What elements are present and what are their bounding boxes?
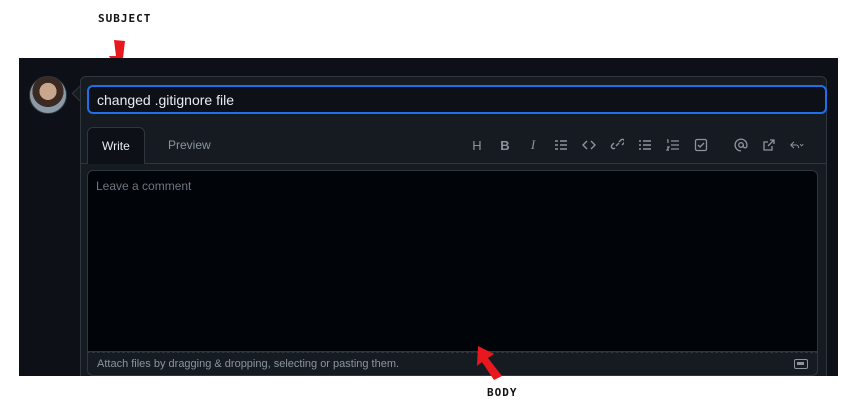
- bulleted-list-icon[interactable]: [631, 133, 659, 157]
- link-icon[interactable]: [603, 133, 631, 157]
- avatar[interactable]: [29, 76, 67, 114]
- subject-annotation: SUBJECT: [98, 12, 152, 25]
- tab-preview[interactable]: Preview: [154, 127, 225, 163]
- saved-replies-icon[interactable]: [783, 133, 811, 157]
- tab-write[interactable]: Write: [87, 127, 145, 164]
- italic-icon[interactable]: I: [519, 133, 547, 157]
- bold-icon[interactable]: B: [491, 133, 519, 157]
- subject-input[interactable]: [87, 85, 827, 114]
- reference-icon[interactable]: [755, 133, 783, 157]
- markdown-icon[interactable]: [794, 359, 808, 369]
- github-issue-editor: Write Preview H B I: [19, 58, 838, 376]
- markdown-toolbar: H B I: [463, 133, 811, 157]
- attach-files-bar[interactable]: Attach files by dragging & dropping, sel…: [87, 352, 818, 376]
- code-icon[interactable]: [575, 133, 603, 157]
- attach-files-text: Attach files by dragging & dropping, sel…: [97, 358, 400, 370]
- body-arrow-icon: [477, 346, 502, 380]
- quote-icon[interactable]: [547, 133, 575, 157]
- heading-icon[interactable]: H: [463, 133, 491, 157]
- body-annotation: BODY: [487, 386, 518, 399]
- mention-icon[interactable]: [727, 133, 755, 157]
- numbered-list-icon[interactable]: [659, 133, 687, 157]
- comment-panel: Write Preview H B I: [80, 76, 827, 376]
- comment-textarea[interactable]: [87, 170, 818, 352]
- task-list-icon[interactable]: [687, 133, 715, 157]
